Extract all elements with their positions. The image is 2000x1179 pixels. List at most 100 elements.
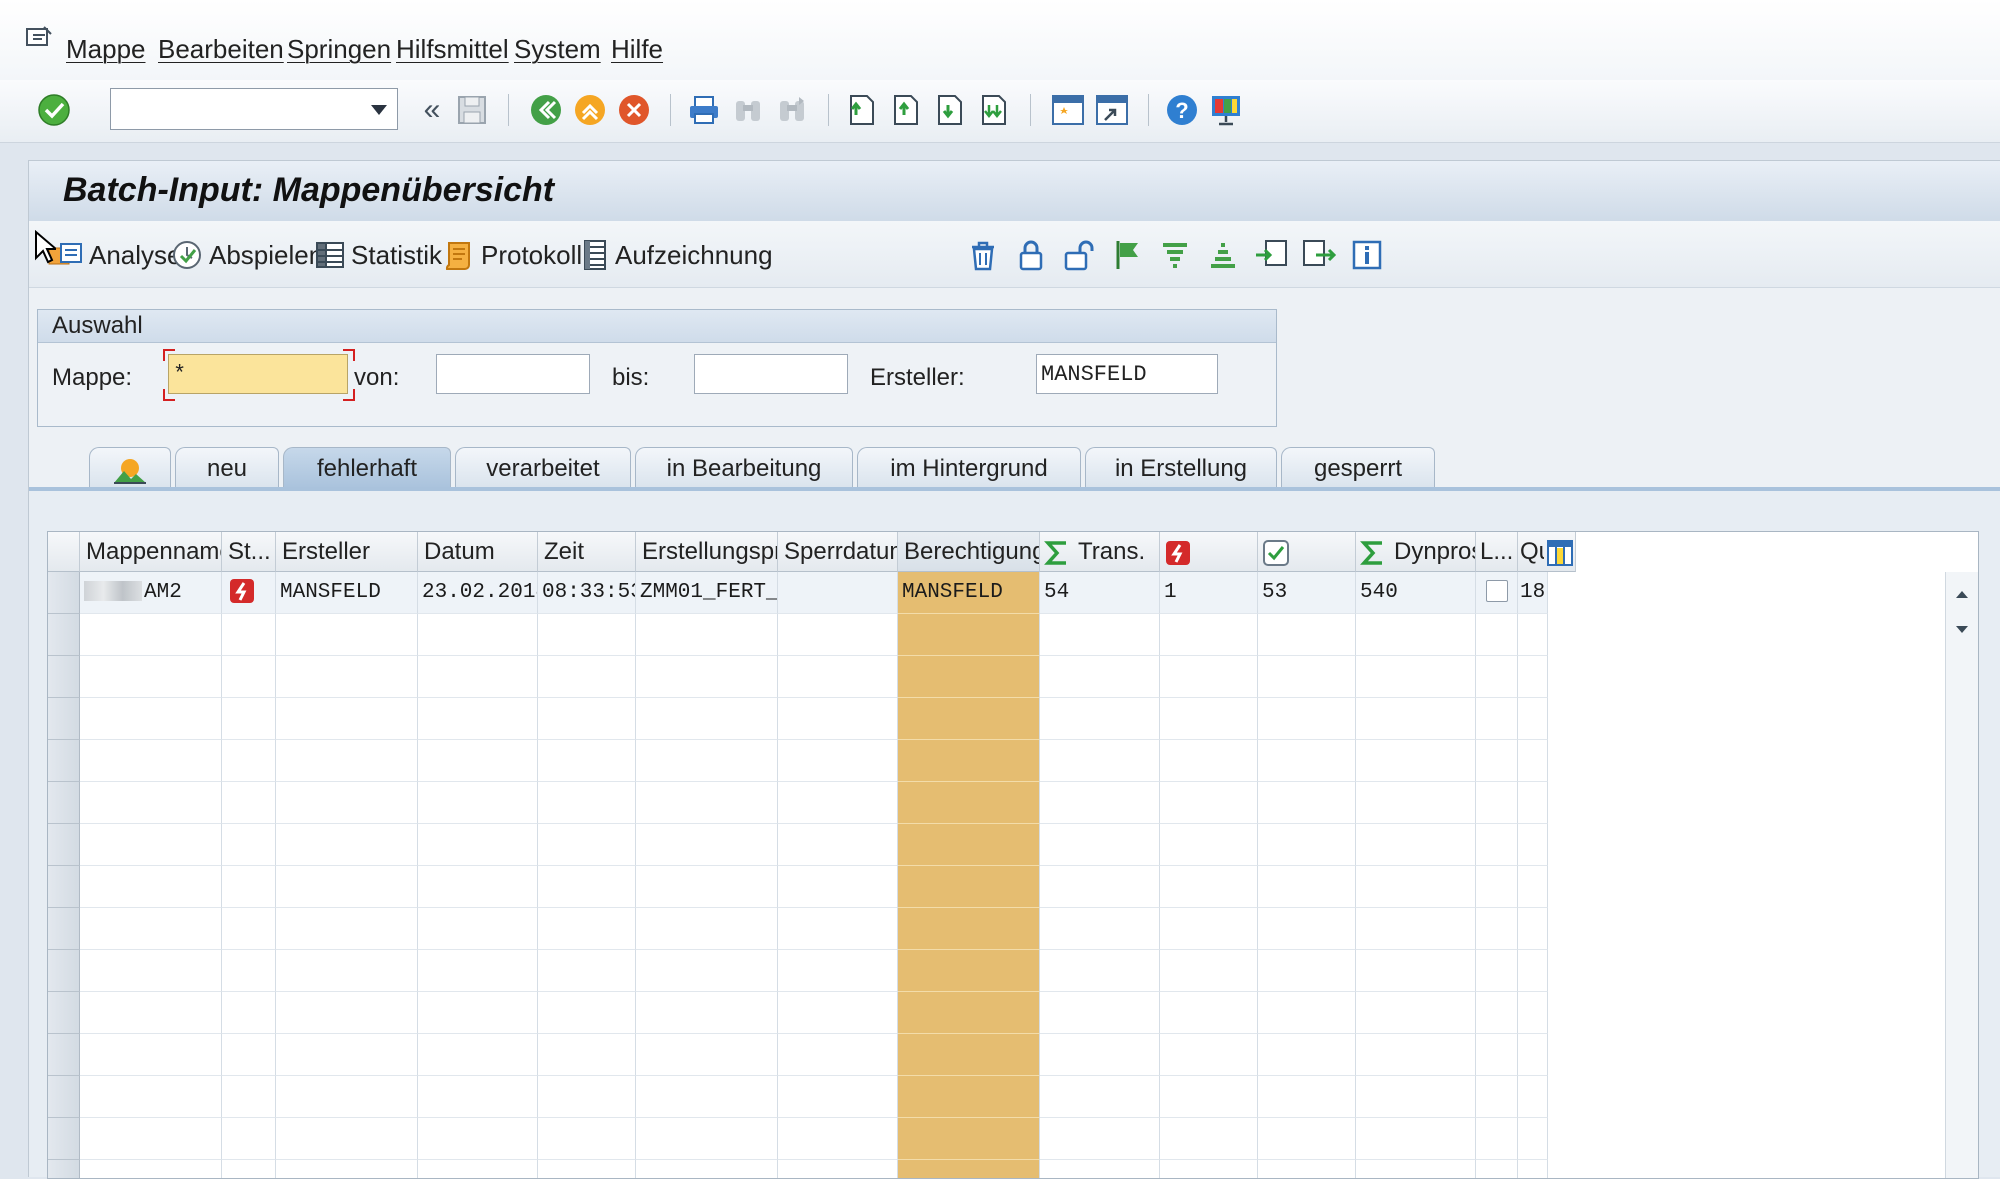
- collapse-command-icon[interactable]: «: [412, 90, 452, 130]
- row-selector[interactable]: [48, 908, 80, 950]
- tab-in-bearbeitung[interactable]: in Bearbeitung: [635, 447, 853, 489]
- row-checkbox[interactable]: [1486, 580, 1508, 603]
- von-field[interactable]: [436, 354, 590, 394]
- col-sperrdatum[interactable]: Sperrdatum: [778, 532, 898, 572]
- menu-bearbeiten[interactable]: Bearbeiten: [158, 34, 284, 65]
- col-processed[interactable]: [1258, 532, 1356, 572]
- new-session-icon[interactable]: [1048, 90, 1088, 130]
- filter-icon[interactable]: [1155, 235, 1195, 275]
- col-erstellungsprogramm[interactable]: Erstellungspr...: [636, 532, 778, 572]
- menu-system[interactable]: System: [514, 34, 601, 65]
- chevron-down-icon[interactable]: [371, 105, 387, 115]
- empty-cell: [222, 1076, 276, 1118]
- row-selector[interactable]: [48, 1118, 80, 1160]
- next-page-icon[interactable]: [930, 90, 970, 130]
- tab-in-erstellung[interactable]: in Erstellung: [1085, 447, 1277, 489]
- delete-icon[interactable]: [963, 235, 1003, 275]
- cell-datum[interactable]: 23.02.2018: [418, 572, 538, 614]
- import-icon[interactable]: [1299, 235, 1339, 275]
- tab-im-hintergrund[interactable]: im Hintergrund: [857, 447, 1081, 489]
- cell-zeit[interactable]: 08:33:53: [538, 572, 636, 614]
- abspielen-button[interactable]: Abspielen: [171, 235, 323, 275]
- find-next-icon[interactable]: [772, 90, 812, 130]
- col-dynpros[interactable]: Dynpros: [1356, 532, 1476, 572]
- exit-icon[interactable]: [570, 90, 610, 130]
- cell-berechtigung[interactable]: MANSFELD: [898, 572, 1040, 614]
- unlock-icon[interactable]: [1059, 235, 1099, 275]
- command-input[interactable]: [117, 90, 351, 130]
- tab-neu[interactable]: neu: [175, 447, 279, 489]
- last-page-icon[interactable]: [974, 90, 1014, 130]
- cell-qu[interactable]: 18: [1518, 572, 1548, 614]
- protokoll-button[interactable]: Protokoll: [443, 235, 582, 275]
- shortcut-icon[interactable]: [1092, 90, 1132, 130]
- col-zeit[interactable]: Zeit: [538, 532, 636, 572]
- flag-icon[interactable]: [1107, 235, 1147, 275]
- info-icon[interactable]: [1347, 235, 1387, 275]
- col-status[interactable]: St...: [222, 532, 276, 572]
- prev-page-icon[interactable]: [886, 90, 926, 130]
- cell-dynpros[interactable]: 540: [1356, 572, 1476, 614]
- vertical-scrollbar[interactable]: [1945, 572, 1978, 1178]
- row-selector[interactable]: [48, 1034, 80, 1076]
- select-all-header[interactable]: [48, 532, 80, 572]
- col-errors[interactable]: [1160, 532, 1258, 572]
- export-icon[interactable]: [1251, 235, 1291, 275]
- cell-processed[interactable]: 53: [1258, 572, 1356, 614]
- scroll-down-icon[interactable]: [1946, 620, 1978, 640]
- row-selector[interactable]: [48, 1160, 80, 1178]
- row-selector[interactable]: [48, 614, 80, 656]
- sort-icon[interactable]: [1203, 235, 1243, 275]
- command-field[interactable]: [110, 88, 398, 130]
- help-icon[interactable]: ?: [1162, 90, 1202, 130]
- ersteller-field[interactable]: [1036, 354, 1218, 394]
- save-icon[interactable]: [452, 90, 492, 130]
- col-trans[interactable]: Trans.: [1040, 532, 1160, 572]
- scroll-up-icon[interactable]: [1946, 584, 1978, 604]
- cell-errors[interactable]: 1: [1160, 572, 1258, 614]
- col-l[interactable]: L...: [1476, 532, 1518, 572]
- cell-mappenname[interactable]: AM2: [80, 572, 222, 614]
- row-selector[interactable]: [48, 782, 80, 824]
- cell-trans[interactable]: 54: [1040, 572, 1160, 614]
- find-icon[interactable]: [728, 90, 768, 130]
- menu-springen[interactable]: Springen: [287, 34, 391, 65]
- menu-hilfsmittel[interactable]: Hilfsmittel: [396, 34, 509, 65]
- tab-fehlerhaft[interactable]: fehlerhaft: [283, 447, 451, 489]
- bis-field[interactable]: [694, 354, 848, 394]
- menu-expand-icon[interactable]: [26, 26, 52, 53]
- row-selector[interactable]: [48, 698, 80, 740]
- menu-mappe[interactable]: Mappe: [66, 34, 146, 65]
- first-page-icon[interactable]: [842, 90, 882, 130]
- row-selector[interactable]: [48, 1076, 80, 1118]
- lock-icon[interactable]: [1011, 235, 1051, 275]
- menu-hilfe[interactable]: Hilfe: [611, 34, 663, 65]
- row-selector[interactable]: [48, 656, 80, 698]
- row-selector[interactable]: [48, 992, 80, 1034]
- statistik-button[interactable]: Statistik: [315, 235, 442, 275]
- analyse-button[interactable]: Analyse: [47, 235, 182, 275]
- column-settings-button[interactable]: [1544, 532, 1576, 572]
- tab-overview[interactable]: [89, 447, 171, 489]
- cell-erstellungsprogramm[interactable]: ZMM01_FERT_…: [636, 572, 778, 614]
- tab-verarbeitet[interactable]: verarbeitet: [455, 447, 631, 489]
- green-back-icon[interactable]: [526, 90, 566, 130]
- col-mappenname[interactable]: Mappenname: [80, 532, 222, 572]
- row-selector[interactable]: [48, 950, 80, 992]
- cell-ersteller[interactable]: MANSFELD: [276, 572, 418, 614]
- col-datum[interactable]: Datum: [418, 532, 538, 572]
- row-selector[interactable]: [48, 824, 80, 866]
- row-selector[interactable]: [48, 866, 80, 908]
- row-selector[interactable]: [48, 740, 80, 782]
- print-icon[interactable]: [684, 90, 724, 130]
- tab-gesperrt[interactable]: gesperrt: [1281, 447, 1435, 489]
- row-selector[interactable]: [48, 572, 80, 614]
- mappe-field[interactable]: [168, 354, 348, 394]
- enter-icon[interactable]: [34, 90, 74, 130]
- col-ersteller[interactable]: Ersteller: [276, 532, 418, 572]
- col-berechtigung[interactable]: Berechtigung: [898, 532, 1040, 572]
- cancel-icon[interactable]: [614, 90, 654, 130]
- cell-sperrdatum[interactable]: [778, 572, 898, 614]
- customize-layout-icon[interactable]: [1206, 90, 1246, 130]
- aufzeichnung-button[interactable]: Aufzeichnung: [581, 235, 773, 275]
